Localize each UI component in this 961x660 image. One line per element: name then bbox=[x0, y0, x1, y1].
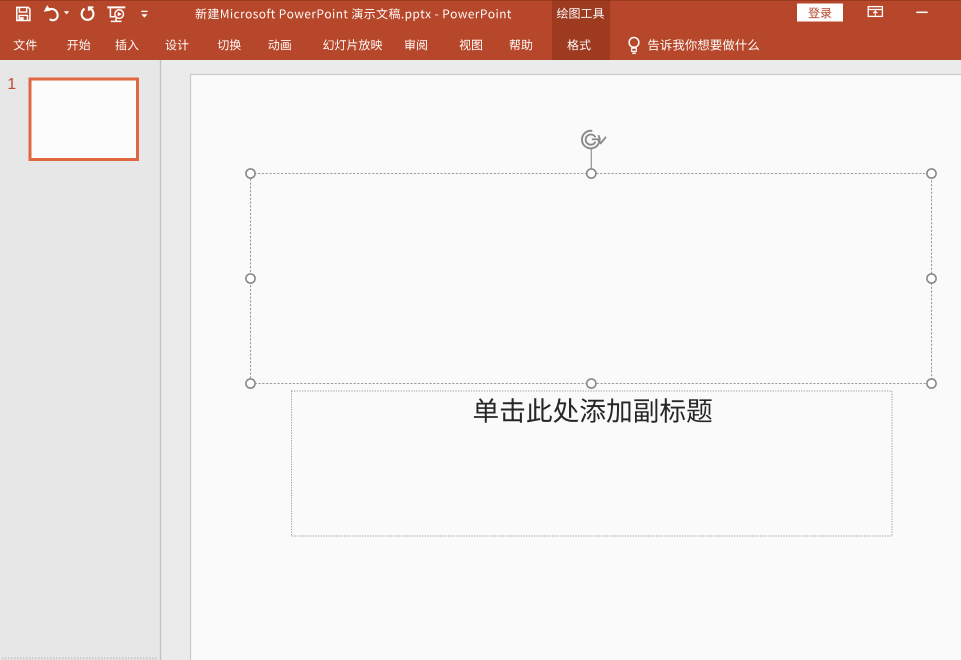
svg-text:1: 1 bbox=[7, 76, 16, 93]
